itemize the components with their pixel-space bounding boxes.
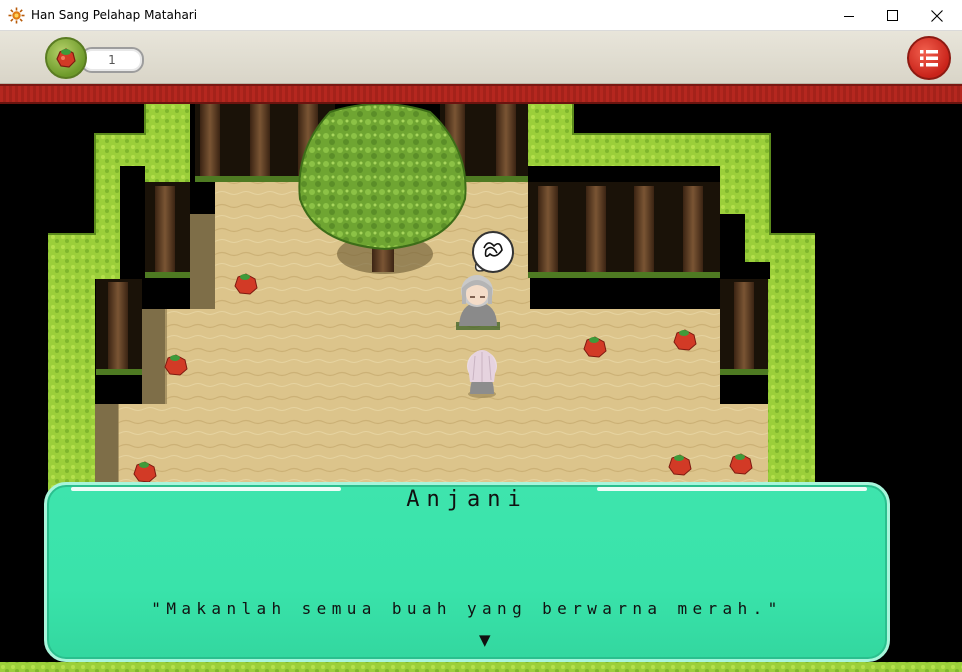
red-fruit-icon	[56, 48, 76, 68]
close-icon	[931, 9, 943, 22]
close-button[interactable]	[914, 0, 960, 31]
maximize-icon	[886, 10, 898, 21]
fruit-counter: 1	[80, 47, 144, 73]
decorative-rail	[0, 84, 962, 104]
maximize-button[interactable]	[869, 0, 915, 31]
scribble-thought-bubble-icon	[472, 231, 514, 273]
list-menu-icon	[920, 50, 938, 67]
hud-bar: 1	[0, 31, 962, 84]
minimize-icon	[844, 15, 854, 17]
window-titlebar: Han Sang Pelahap Matahari	[0, 0, 962, 31]
game-viewport[interactable]: 1 Anjani "Makanlah semua buah yang berwa…	[0, 31, 962, 672]
player-character[interactable]	[467, 350, 497, 398]
fruit-counter-badge	[45, 37, 87, 79]
dialog-text: "Makanlah semua buah yang berwarna merah…	[151, 599, 783, 618]
dialog-box[interactable]: Anjani "Makanlah semua buah yang berwarn…	[44, 482, 890, 662]
sun-gear-icon	[8, 7, 25, 24]
window-title: Han Sang Pelahap Matahari	[31, 8, 198, 22]
continue-arrow-icon[interactable]: ▼	[479, 631, 491, 649]
speaker-name: Anjani	[406, 487, 528, 512]
menu-button[interactable]	[907, 36, 951, 80]
minimize-button[interactable]	[826, 0, 872, 31]
